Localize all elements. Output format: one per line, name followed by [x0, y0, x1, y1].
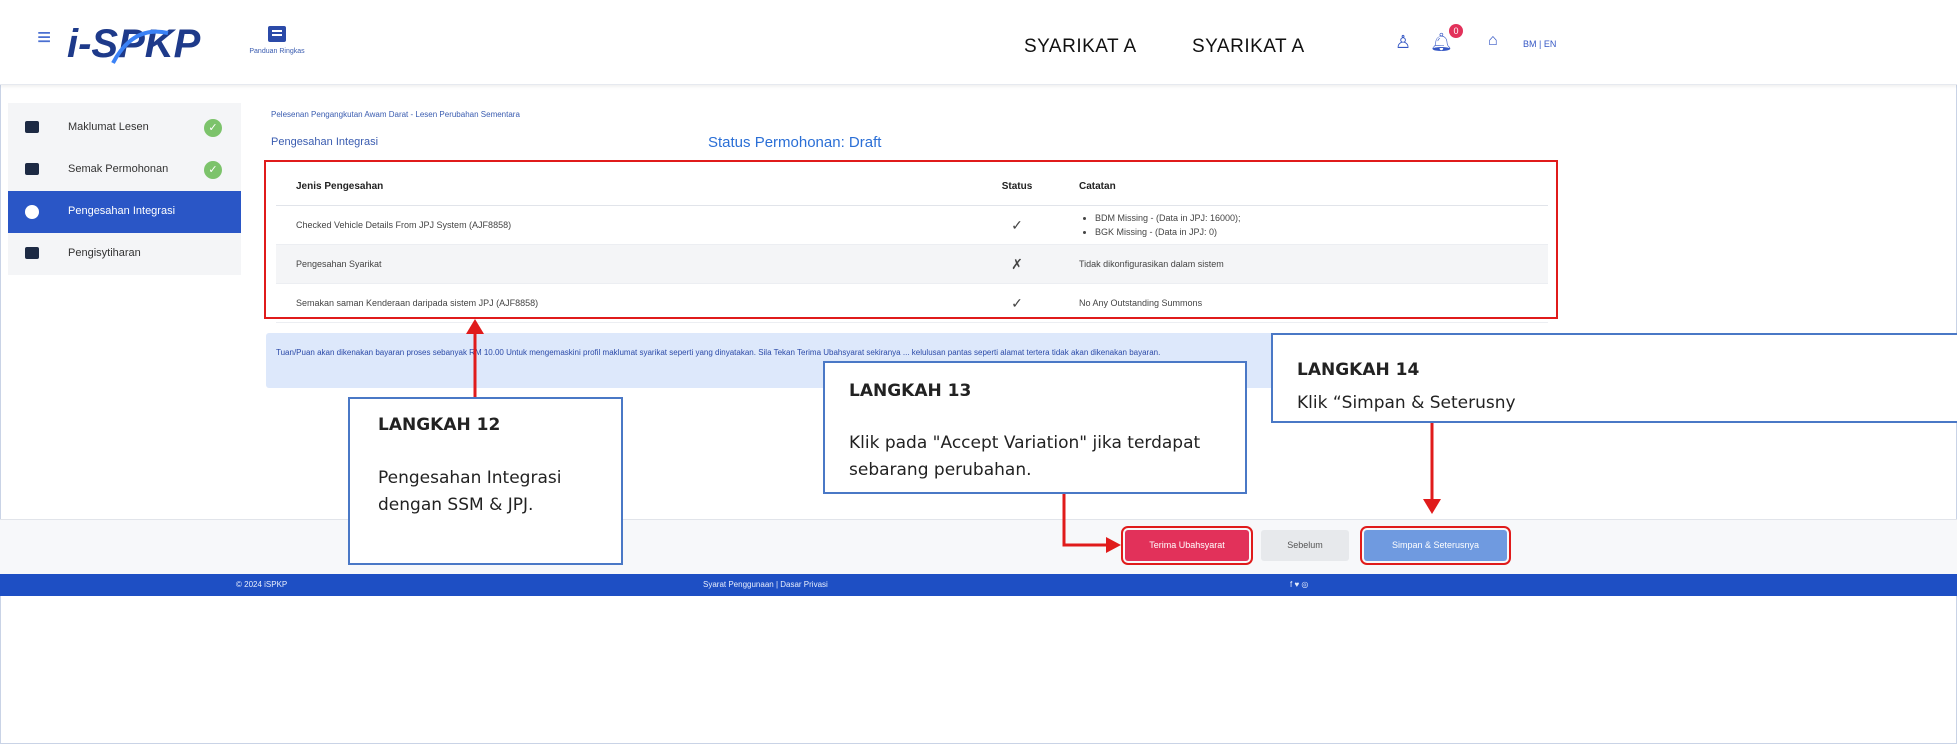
callout-title: LANGKAH 13 — [849, 381, 972, 401]
callout-body: Klik “Simpan & Seterusny — [1297, 393, 1516, 413]
callout-body: Klik pada "Accept Variation" jika terdap… — [849, 433, 1201, 480]
callout-body: Pengesahan Integrasi dengan SSM & JPJ. — [378, 468, 562, 515]
step-14-callout: LANGKAH 14 Klik “Simpan & Seterusny — [1271, 333, 1957, 423]
callout-title: LANGKAH 14 — [1297, 360, 1420, 380]
step-13-callout: LANGKAH 13 Klik pada "Accept Variation" … — [823, 361, 1247, 494]
step-12-callout: LANGKAH 12 Pengesahan Integrasi dengan S… — [348, 397, 623, 565]
callout-title: LANGKAH 12 — [378, 415, 501, 435]
